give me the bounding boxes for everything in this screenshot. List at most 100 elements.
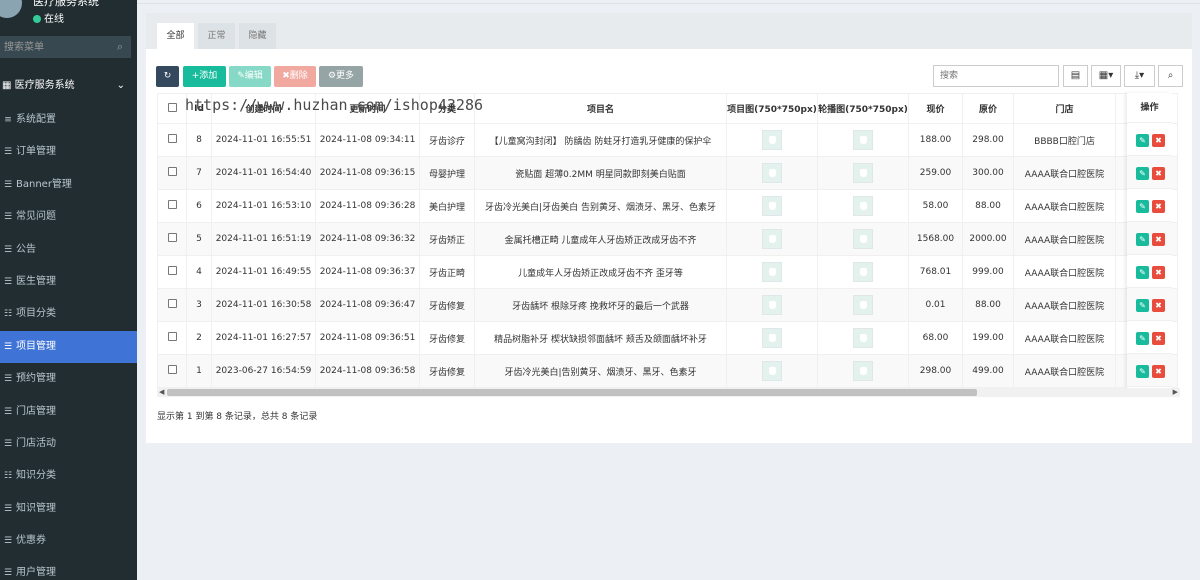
table-row[interactable]: 4 2024-11-01 16:49:55 2024-11-08 09:36:37 牙… — [157, 255, 1178, 289]
row-delete-button[interactable]: ✖ — [1152, 233, 1165, 246]
project-thumbnail[interactable] — [762, 163, 782, 183]
header-price[interactable]: 现价 — [908, 93, 963, 124]
menu-group-header[interactable]: ▦ 医疗服务系统 ⌄ — [0, 76, 137, 96]
carousel-thumbnail[interactable] — [853, 262, 873, 282]
carousel-thumbnail[interactable] — [853, 361, 873, 381]
scroll-left-icon[interactable]: ◀ — [159, 388, 164, 397]
project-thumbnail[interactable] — [762, 361, 782, 381]
table-search-input[interactable] — [934, 66, 1058, 86]
tab-all[interactable]: 全部 — [157, 23, 194, 49]
menu-search[interactable]: ⌕ — [0, 36, 131, 58]
row-checkbox[interactable] — [157, 255, 187, 289]
carousel-thumbnail[interactable] — [853, 229, 873, 249]
row-edit-button[interactable]: ✎ — [1136, 134, 1149, 147]
row-checkbox[interactable] — [157, 321, 187, 355]
row-edit-button[interactable]: ✎ — [1136, 266, 1149, 279]
row-delete-button[interactable]: ✖ — [1152, 365, 1165, 378]
scrollbar-thumb[interactable] — [167, 389, 977, 396]
row-checkbox-input[interactable] — [167, 365, 177, 374]
sidebar-item-coupons[interactable]: ☰ 优惠券 — [0, 525, 137, 557]
columns-button[interactable]: ▦▾ — [1091, 65, 1121, 87]
sidebar-item-users[interactable]: ☰ 用户管理 — [0, 557, 137, 580]
table-search[interactable] — [933, 65, 1059, 87]
search-icon[interactable]: ⌕ — [117, 40, 123, 54]
delete-button[interactable]: ✖删除 — [274, 66, 316, 87]
table-row[interactable]: 7 2024-11-01 16:54:40 2024-11-08 09:36:15 母… — [157, 156, 1178, 190]
sidebar-item-knowledge[interactable]: ☰ 知识管理 — [0, 493, 137, 525]
row-delete-button[interactable]: ✖ — [1152, 134, 1165, 147]
select-all-checkbox[interactable] — [167, 102, 177, 112]
row-edit-button[interactable]: ✎ — [1136, 233, 1149, 246]
tab-normal[interactable]: 正常 — [198, 23, 235, 49]
table-row[interactable]: 8 2024-11-01 16:55:51 2024-11-08 09:34:11 牙… — [157, 123, 1178, 157]
row-edit-button[interactable]: ✎ — [1136, 200, 1149, 213]
row-checkbox-input[interactable] — [167, 332, 177, 341]
row-checkbox-input[interactable] — [167, 134, 177, 143]
horizontal-scrollbar[interactable]: ◀ ▶ — [157, 388, 1180, 397]
sidebar-item-knowledge-category[interactable]: ☷ 知识分类 — [0, 460, 137, 492]
project-thumbnail[interactable] — [762, 229, 782, 249]
row-checkbox[interactable] — [157, 123, 187, 157]
table-row[interactable]: 5 2024-11-01 16:51:19 2024-11-08 09:36:32 牙… — [157, 222, 1178, 256]
header-id[interactable]: Id — [186, 93, 212, 124]
sidebar-item-system-config[interactable]: ≡ 系统配置 — [0, 104, 137, 136]
scroll-right-icon[interactable]: ▶ — [1173, 388, 1178, 397]
add-button[interactable]: +添加 — [183, 66, 226, 87]
tab-hidden[interactable]: 隐藏 — [239, 23, 276, 49]
header-name[interactable]: 项目名 — [474, 93, 727, 124]
edit-button[interactable]: ✎编辑 — [229, 66, 271, 87]
carousel-thumbnail[interactable] — [853, 163, 873, 183]
table-row[interactable]: 1 2023-06-27 16:54:59 2024-11-08 09:36:58 牙… — [157, 354, 1178, 388]
more-button[interactable]: ⚙更多 — [319, 66, 363, 87]
advanced-search-button[interactable]: ⌕ — [1158, 65, 1183, 87]
sidebar-item-appointments[interactable]: ☰ 预约管理 — [0, 363, 137, 395]
row-checkbox[interactable] — [157, 354, 187, 388]
toggle-view-button[interactable]: ▤ — [1063, 65, 1088, 87]
header-image[interactable]: 项目图(750*750px) — [726, 93, 818, 124]
header-updated[interactable]: 更新时间 — [315, 93, 420, 124]
row-delete-button[interactable]: ✖ — [1152, 266, 1165, 279]
export-button[interactable]: ⤓▾ — [1124, 65, 1155, 87]
row-edit-button[interactable]: ✎ — [1136, 332, 1149, 345]
row-checkbox-input[interactable] — [167, 233, 177, 242]
sidebar-item-faq[interactable]: ☰ 常见问题 — [0, 201, 137, 233]
row-delete-button[interactable]: ✖ — [1152, 200, 1165, 213]
header-checkbox[interactable] — [157, 93, 187, 124]
sidebar-item-doctors[interactable]: ☰ 医生管理 — [0, 266, 137, 298]
project-thumbnail[interactable] — [762, 262, 782, 282]
row-edit-button[interactable]: ✎ — [1136, 167, 1149, 180]
header-created[interactable]: 创建时间 — [211, 93, 316, 124]
table-row[interactable]: 6 2024-11-01 16:53:10 2024-11-08 09:36:28 美… — [157, 189, 1178, 223]
sidebar-item-stores[interactable]: ☰ 门店管理 — [0, 396, 137, 428]
row-checkbox-input[interactable] — [167, 200, 177, 209]
sidebar-item-orders[interactable]: ☰ 订单管理 — [0, 136, 137, 168]
header-carousel[interactable]: 轮播图(750*750px) — [817, 93, 909, 124]
header-original-price[interactable]: 原价 — [962, 93, 1014, 124]
row-delete-button[interactable]: ✖ — [1152, 167, 1165, 180]
row-checkbox-input[interactable] — [167, 167, 177, 176]
sidebar-item-project-category[interactable]: ☷ 项目分类 — [0, 298, 137, 330]
row-checkbox[interactable] — [157, 222, 187, 256]
table-row[interactable]: 2 2024-11-01 16:27:57 2024-11-08 09:36:51 牙… — [157, 321, 1178, 355]
project-thumbnail[interactable] — [762, 130, 782, 150]
row-checkbox[interactable] — [157, 288, 187, 322]
refresh-button[interactable]: ↻ — [156, 66, 179, 87]
row-edit-button[interactable]: ✎ — [1136, 299, 1149, 312]
project-thumbnail[interactable] — [762, 196, 782, 216]
carousel-thumbnail[interactable] — [853, 130, 873, 150]
row-checkbox-input[interactable] — [167, 266, 177, 275]
menu-search-input[interactable] — [0, 36, 131, 58]
header-store[interactable]: 门店 — [1013, 93, 1116, 124]
row-checkbox-input[interactable] — [167, 299, 177, 308]
sidebar-item-notice[interactable]: ☰ 公告 — [0, 234, 137, 266]
carousel-thumbnail[interactable] — [853, 295, 873, 315]
row-checkbox[interactable] — [157, 156, 187, 190]
sidebar-item-projects[interactable]: ☰ 项目管理 — [0, 330, 137, 364]
carousel-thumbnail[interactable] — [853, 196, 873, 216]
row-delete-button[interactable]: ✖ — [1152, 299, 1165, 312]
row-checkbox[interactable] — [157, 189, 187, 223]
header-category[interactable]: 分类 — [419, 93, 475, 124]
project-thumbnail[interactable] — [762, 295, 782, 315]
sidebar-item-banner[interactable]: ☰ Banner管理 — [0, 169, 137, 201]
project-thumbnail[interactable] — [762, 328, 782, 348]
